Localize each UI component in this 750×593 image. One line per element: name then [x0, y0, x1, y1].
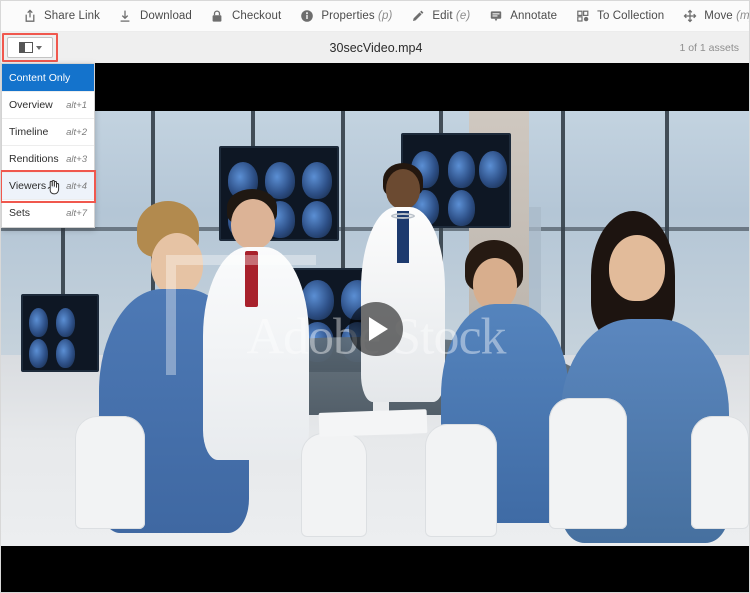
toolbar-label-to-collection: To Collection [597, 10, 665, 22]
head [609, 235, 665, 302]
chair-far-right [691, 415, 749, 529]
toolbar-label-properties: Properties (p) [321, 10, 393, 22]
video-player[interactable]: Adobe Stock [1, 111, 749, 546]
share-icon [22, 9, 37, 24]
page-title: 30secVideo.mp4 [329, 40, 423, 55]
menu-item-shortcut: alt+3 [66, 153, 87, 165]
view-mode-toggle-button[interactable] [7, 37, 53, 58]
head [231, 199, 275, 250]
menu-item-label: Viewers [9, 180, 47, 192]
toolbar-button-to-collection[interactable]: To Collection [566, 1, 673, 32]
head [386, 169, 420, 210]
toolbar-button-edit[interactable]: Edit (e) [401, 1, 479, 32]
action-toolbar: Share Link Download Checkout Properties … [1, 1, 750, 32]
toolbar-label-move: Move (m) [704, 10, 750, 22]
toolbar-label-download: Download [139, 10, 192, 22]
menu-item-overview[interactable]: Overview alt+1 [2, 91, 94, 118]
side-monitor [21, 293, 99, 372]
menu-item-label: Renditions [9, 153, 59, 165]
move-icon [682, 9, 697, 24]
viewer-stage: Adobe Stock [1, 63, 749, 592]
menu-item-label: Timeline [9, 126, 49, 138]
hand-cursor-icon [46, 179, 60, 195]
info-icon [299, 9, 314, 24]
view-mode-toggle-wrap [2, 33, 58, 62]
play-button[interactable] [349, 301, 403, 356]
necktie [245, 251, 258, 308]
menu-item-content-only[interactable]: Content Only [2, 64, 94, 91]
menu-item-shortcut: alt+7 [66, 207, 87, 219]
asset-viewer-window: Share Link Download Checkout Properties … [0, 0, 750, 593]
download-icon [118, 9, 133, 24]
menu-item-shortcut: alt+4 [66, 180, 87, 192]
toolbar-button-annotate[interactable]: Annotate [479, 1, 566, 32]
person-seated-man-coat [201, 189, 311, 511]
lock-icon [210, 9, 225, 24]
menu-item-renditions[interactable]: Renditions alt+3 [2, 145, 94, 172]
chair-right [549, 398, 627, 529]
toolbar-label-annotate: Annotate [510, 10, 558, 22]
menu-item-label: Sets [9, 207, 31, 219]
toolbar-label-checkout: Checkout [231, 10, 282, 22]
asset-sub-header: 30secVideo.mp4 1 of 1 assets [1, 32, 749, 63]
annotate-icon [488, 9, 503, 24]
chevron-down-icon [35, 45, 42, 50]
head [473, 257, 517, 310]
asset-count-label: 1 of 1 assets [679, 41, 739, 54]
panel-layout-icon [18, 42, 33, 53]
toolbar-button-share-link[interactable]: Share Link [13, 1, 109, 32]
menu-item-viewers[interactable]: Viewers alt+4 [1, 170, 96, 203]
menu-item-shortcut: alt+1 [66, 99, 87, 111]
chair-mid-right [425, 424, 497, 538]
menu-item-shortcut: alt+2 [66, 126, 87, 138]
toolbar-button-properties[interactable]: Properties (p) [290, 1, 401, 32]
head [151, 232, 203, 295]
menu-item-label: Content Only [9, 71, 71, 84]
play-icon [369, 316, 388, 341]
menu-item-sets[interactable]: Sets alt+7 [2, 199, 94, 226]
chair-mid-left [301, 432, 367, 538]
toolbar-label-share-link: Share Link [44, 10, 100, 22]
menu-item-timeline[interactable]: Timeline alt+2 [2, 118, 94, 145]
collection-icon [575, 9, 590, 24]
toolbar-button-move[interactable]: Move (m) [673, 1, 750, 32]
paper-documents [318, 409, 428, 438]
toolbar-label-edit: Edit (e) [432, 10, 471, 22]
toolbar-button-checkout[interactable]: Checkout [201, 1, 290, 32]
toolbar-button-download[interactable]: Download [109, 1, 201, 32]
menu-item-label: Overview [9, 99, 53, 111]
pencil-icon [410, 9, 425, 24]
view-mode-dropdown-menu: Content Only Overview alt+1 Timeline alt… [1, 63, 96, 228]
chair-left [75, 415, 145, 529]
